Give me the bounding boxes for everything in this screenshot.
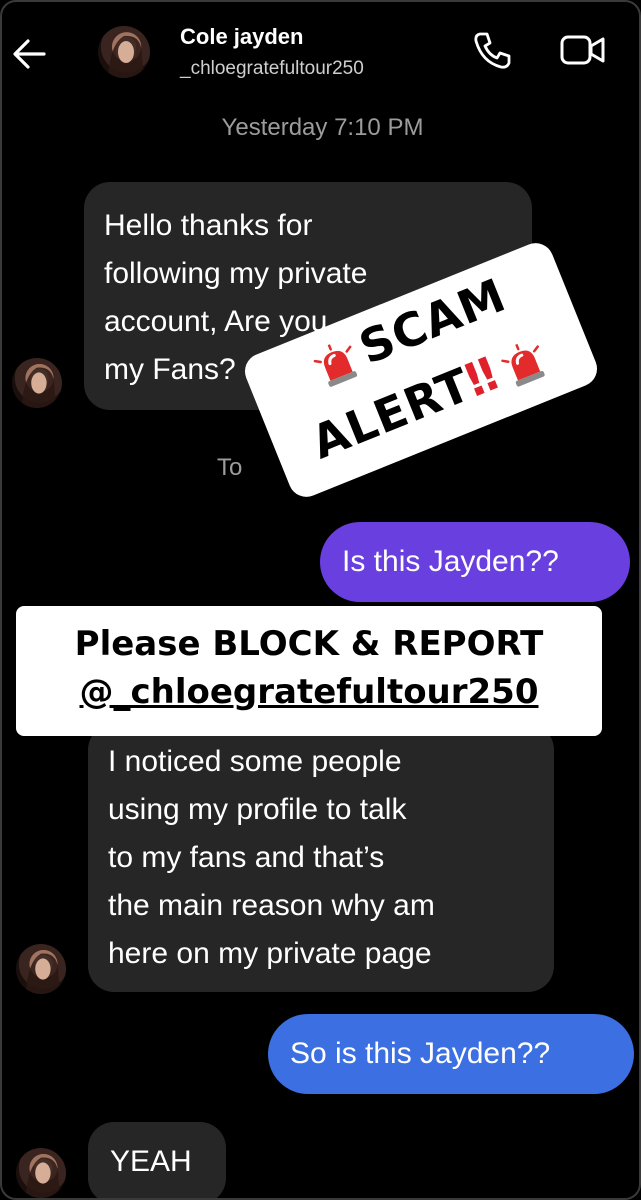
- avatar[interactable]: [16, 944, 66, 994]
- avatar-photo: [25, 1157, 61, 1198]
- message-line: the main reason why am: [108, 889, 435, 922]
- message-line: using my profile to talk: [108, 793, 407, 826]
- incoming-message[interactable]: YEAH: [88, 1122, 226, 1198]
- message-timestamp: Yesterday 7:10 PM: [221, 114, 424, 141]
- phone-icon: [474, 32, 511, 69]
- back-button[interactable]: [8, 32, 52, 76]
- avatar-photo: [108, 35, 144, 78]
- contact-name[interactable]: Cole jayden: [180, 24, 303, 50]
- back-arrow-icon: [13, 39, 46, 69]
- dm-screen: Cole jayden _chloegratefultour250 Yester…: [0, 0, 641, 1200]
- message-line: to my fans and that’s: [108, 841, 385, 874]
- message-line: here on my private page: [108, 937, 432, 970]
- siren-icon: [313, 343, 357, 387]
- avatar-photo: [25, 953, 61, 994]
- message-line: Hello thanks for: [104, 209, 313, 242]
- contact-handle: _chloegratefultour250: [180, 58, 364, 79]
- call-button[interactable]: [470, 28, 514, 72]
- outgoing-message[interactable]: So is this Jayden??: [268, 1014, 634, 1094]
- incoming-message[interactable]: I noticed some people using my profile t…: [88, 724, 554, 992]
- avatar[interactable]: [16, 1148, 66, 1198]
- avatar[interactable]: [98, 26, 150, 78]
- video-camera-icon: [560, 35, 605, 65]
- avatar[interactable]: [12, 358, 62, 408]
- banner-line-2: @_chloegratefultour250: [79, 672, 539, 712]
- siren-icon: [501, 342, 545, 387]
- avatar-photo: [21, 367, 57, 408]
- block-report-banner: Please BLOCK & REPORT @_chloegratefultou…: [16, 606, 602, 736]
- message-timestamp: To: [217, 454, 243, 481]
- outgoing-message[interactable]: Is this Jayden??: [320, 522, 630, 602]
- chat-header: Cole jayden _chloegratefultour250: [2, 2, 639, 102]
- video-call-button[interactable]: [558, 28, 608, 72]
- message-line: I noticed some people: [108, 745, 402, 778]
- banner-line-1: Please BLOCK & REPORT: [74, 624, 544, 664]
